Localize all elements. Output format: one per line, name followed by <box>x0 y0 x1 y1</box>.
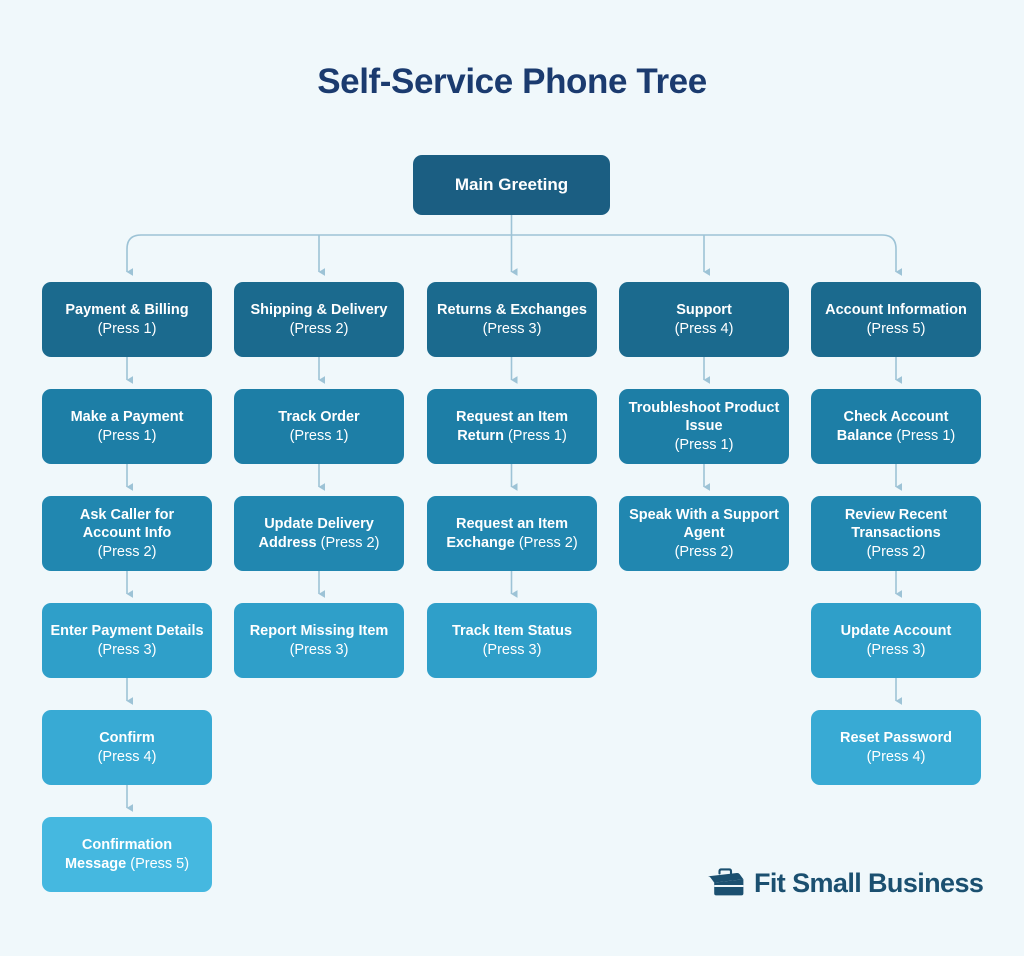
connector-lines <box>126 215 902 812</box>
node-reset-password[interactable]: Reset Password (Press 4) <box>811 710 981 785</box>
node-press: (Press 3) <box>97 641 157 658</box>
node-press: (Press 2) <box>97 543 157 560</box>
node-check-account-balance[interactable]: Check Account Balance (Press 1) <box>811 389 981 464</box>
node-press: (Press 2) <box>674 543 734 560</box>
node-press: (Press 3) <box>482 320 542 337</box>
node-support[interactable]: Support (Press 4) <box>619 282 789 357</box>
node-enter-payment-details[interactable]: Enter Payment Details (Press 3) <box>42 603 212 678</box>
node-title: Troubleshoot Product Issue <box>628 399 780 435</box>
node-press: (Press 1) <box>896 427 956 444</box>
node-press: (Press 2) <box>289 320 349 337</box>
node-confirm[interactable]: Confirm (Press 4) <box>42 710 212 785</box>
brand-logo: Fit Small Business <box>705 866 984 900</box>
node-title: Review Recent Transactions <box>844 506 948 542</box>
node-press: (Press 2) <box>518 534 578 551</box>
briefcase-icon <box>707 868 744 896</box>
node-title: Update Account <box>840 622 952 639</box>
phone-tree-infographic: Self-Service Phone Tree Main Greeting Pa… <box>0 0 1024 956</box>
node-press: (Press 2) <box>866 543 926 560</box>
node-confirmation-message[interactable]: Confirmation Message (Press 5) <box>42 817 212 892</box>
node-title: Speak With a Support Agent <box>629 506 779 542</box>
node-press: (Press 3) <box>866 641 926 658</box>
node-press: (Press 5) <box>130 855 190 872</box>
node-title: Shipping & Delivery <box>250 301 388 318</box>
node-update-account[interactable]: Update Account (Press 3) <box>811 603 981 678</box>
node-request-an-item-exchange[interactable]: Request an Item Exchange (Press 2) <box>427 496 597 571</box>
node-title: Account Information <box>825 301 967 318</box>
node-title: Ask Caller for Account Info <box>79 506 175 542</box>
node-press: (Press 2) <box>320 534 380 551</box>
node-title: Make a Payment <box>70 408 184 425</box>
node-press: (Press 1) <box>674 436 734 453</box>
node-payment-billing[interactable]: Payment & Billing (Press 1) <box>42 282 212 357</box>
node-title: Reset Password <box>839 729 953 746</box>
node-returns-exchanges[interactable]: Returns & Exchanges (Press 3) <box>427 282 597 357</box>
node-title: Enter Payment Details <box>50 622 204 639</box>
node-report-missing-item[interactable]: Report Missing Item (Press 3) <box>234 603 404 678</box>
node-press: (Press 3) <box>289 641 349 658</box>
node-title: Payment & Billing <box>65 301 189 318</box>
node-title: Track Order <box>278 408 360 425</box>
node-ask-caller-for-account-info[interactable]: Ask Caller for Account Info (Press 2) <box>42 496 212 571</box>
node-press: (Press 1) <box>507 427 567 444</box>
node-title: Confirm <box>99 729 155 746</box>
node-press: (Press 4) <box>674 320 734 337</box>
node-make-a-payment[interactable]: Make a Payment (Press 1) <box>42 389 212 464</box>
node-track-order[interactable]: Track Order (Press 1) <box>234 389 404 464</box>
node-track-item-status[interactable]: Track Item Status (Press 3) <box>427 603 597 678</box>
node-account-information[interactable]: Account Information (Press 5) <box>811 282 981 357</box>
node-press: (Press 3) <box>482 641 542 658</box>
node-update-delivery-address[interactable]: Update Delivery Address (Press 2) <box>234 496 404 571</box>
node-press: (Press 4) <box>97 748 157 765</box>
node-press: (Press 1) <box>97 320 157 337</box>
node-shipping-delivery[interactable]: Shipping & Delivery (Press 2) <box>234 282 404 357</box>
page-title: Self-Service Phone Tree <box>317 62 707 101</box>
node-title: Support <box>676 301 732 318</box>
node-press: (Press 1) <box>289 427 349 444</box>
node-main-greeting[interactable]: Main Greeting <box>413 155 610 215</box>
node-press: (Press 5) <box>866 320 926 337</box>
node-title: Returns & Exchanges <box>437 301 587 318</box>
node-speak-with-a-support-agent[interactable]: Speak With a Support Agent (Press 2) <box>619 496 789 571</box>
node-title: Report Missing Item <box>249 622 389 639</box>
logo-text: Fit Small Business <box>754 867 984 898</box>
node-request-an-item-return[interactable]: Request an Item Return (Press 1) <box>427 389 597 464</box>
node-review-recent-transactions[interactable]: Review Recent Transactions (Press 2) <box>811 496 981 571</box>
node-press: (Press 4) <box>866 748 926 765</box>
node-press: (Press 1) <box>97 427 157 444</box>
node-label: Main Greeting <box>454 175 569 195</box>
node-troubleshoot-product-issue[interactable]: Troubleshoot Product Issue (Press 1) <box>619 389 789 464</box>
node-title: Track Item Status <box>451 622 573 639</box>
